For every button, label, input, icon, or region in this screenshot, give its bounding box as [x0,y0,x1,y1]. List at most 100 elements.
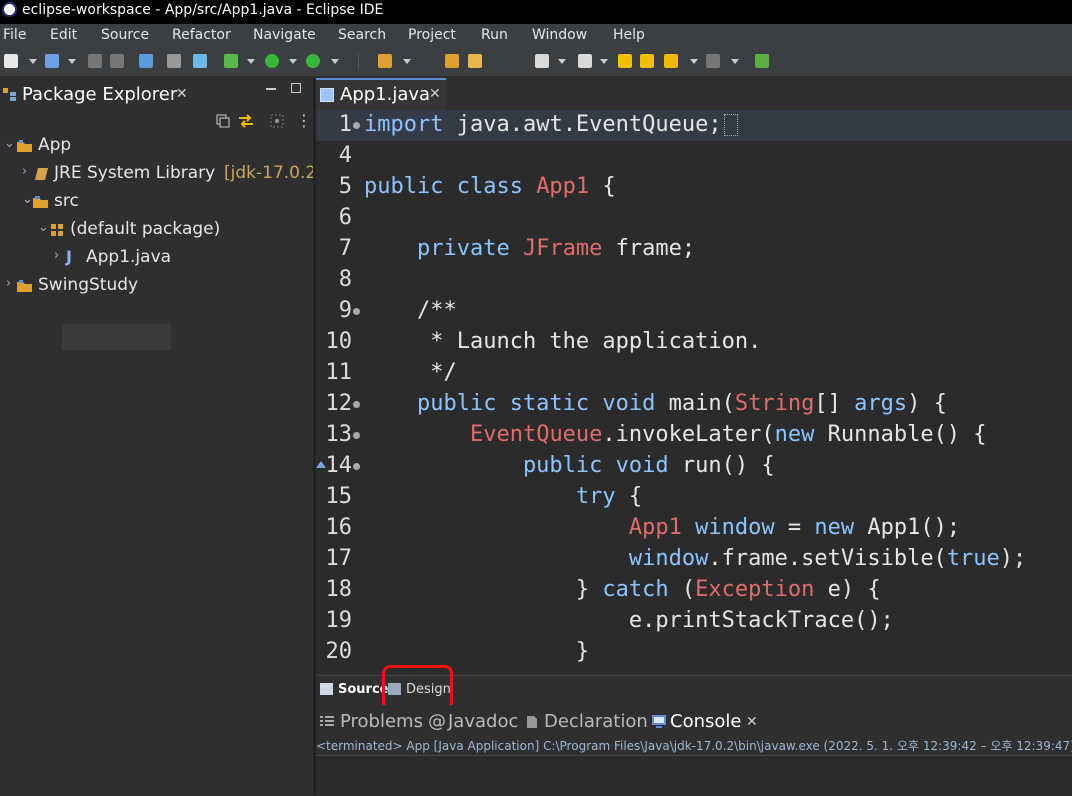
code-line[interactable]: 1 import java.awt.EventQueue; [316,110,1072,141]
fold-icon[interactable] [353,401,360,408]
code-line[interactable]: 12 public static void main(String[] args… [316,389,1072,420]
back-dropdown-icon[interactable] [690,59,698,64]
code-line[interactable]: 7 private JFrame frame; [316,234,1072,265]
code-line[interactable]: 15 try { [316,482,1072,513]
tab-package-explorer[interactable]: Package Explorer ✕ [0,78,195,112]
collapse-arrow-icon[interactable]: › [22,164,27,179]
code-line[interactable]: 20 } [316,637,1072,668]
code-line[interactable]: 19 e.printStackTrace(); [316,606,1072,637]
menu-source[interactable]: Source [101,27,149,43]
collapsed-imports-icon[interactable] [723,114,738,136]
fold-icon[interactable] [353,122,360,129]
annotation-icon[interactable] [578,54,592,68]
menu-help[interactable]: Help [613,27,645,43]
code-token: .invokeLater( [602,422,775,447]
menu-window[interactable]: Window [532,27,587,43]
menu-search[interactable]: Search [338,27,386,43]
save-all-icon[interactable] [110,54,124,68]
new-package-dropdown-icon[interactable] [403,59,411,64]
tree-item-default-package[interactable]: ⌄ (default package) [0,218,313,244]
close-icon[interactable]: ✕ [429,86,441,102]
code-line[interactable]: 14 public void run() { [316,451,1072,482]
run-icon[interactable] [265,54,279,68]
open-type-icon[interactable] [445,54,459,68]
focus-icon[interactable] [270,114,284,128]
open-task-icon[interactable] [468,54,482,68]
coverage-icon[interactable] [306,54,320,68]
tree-item-app[interactable]: ⌄ App [0,134,313,160]
project-folder-icon [17,140,32,152]
external-tools-icon[interactable] [193,54,207,68]
code-line[interactable]: 9 /** [316,296,1072,327]
code-line[interactable]: 4 [316,141,1072,172]
code-line[interactable]: 13 EventQueue.invokeLater(new Runnable()… [316,420,1072,451]
fold-icon[interactable] [353,463,360,470]
code-line[interactable]: 16 App1 window = new App1(); [316,513,1072,544]
problems-icon [320,716,334,726]
new-class-icon[interactable] [45,54,59,68]
forward-icon[interactable] [706,54,720,68]
forward-dropdown-icon[interactable] [731,59,739,64]
selected-row-highlight [62,324,171,350]
new-class-dropdown-icon[interactable] [68,59,76,64]
debug-icon[interactable] [224,54,238,68]
new-package-icon[interactable] [378,54,392,68]
code-line[interactable]: 10 * Launch the application. [316,327,1072,358]
new-dropdown-icon[interactable] [29,59,37,64]
menu-file[interactable]: File [3,27,26,43]
back-icon[interactable] [664,54,678,68]
tab-problems[interactable]: Problems [340,711,423,732]
tree-item-src[interactable]: ⌄ src [0,190,313,216]
collapse-arrow-icon[interactable]: › [54,248,59,263]
minimize-icon[interactable] [266,88,276,90]
code-line[interactable]: 11 */ [316,358,1072,389]
tree-item-swingstudy[interactable]: › SwingStudy [0,274,313,300]
collapse-arrow-icon[interactable]: › [6,276,11,291]
search-icon[interactable] [535,54,549,68]
menu-refactor[interactable]: Refactor [172,27,231,43]
search-dropdown-icon[interactable] [558,59,566,64]
terminal-icon[interactable] [139,54,153,68]
code-line[interactable]: 18 } catch (Exception e) { [316,575,1072,606]
code-line[interactable]: 5 public class App1 { [316,172,1072,203]
line-number: 20 [325,639,353,664]
console-output[interactable] [316,755,1072,796]
close-icon[interactable]: ✕ [176,86,188,102]
tree-item-jre-library[interactable]: › JRE System Library [jdk-17.0.2 [0,162,313,188]
coverage-dropdown-icon[interactable] [331,59,339,64]
maximize-icon[interactable] [291,83,301,93]
tab-source[interactable]: Source [338,682,388,697]
run-dropdown-icon[interactable] [289,59,297,64]
annotation-dropdown-icon[interactable] [600,59,608,64]
prev-annotation-icon[interactable] [618,54,632,68]
tree-item-app1-java[interactable]: › J App1.java [0,246,313,272]
tab-declaration[interactable]: Declaration [544,711,648,732]
tab-console[interactable]: Console [670,711,741,732]
debug-dropdown-icon[interactable] [247,59,255,64]
close-icon[interactable]: ✕ [746,714,758,730]
menu-project[interactable]: Project [408,27,456,43]
menu-edit[interactable]: Edit [50,27,77,43]
collapse-all-icon[interactable] [216,114,230,128]
perspective-icon[interactable] [755,54,769,68]
expand-arrow-icon[interactable]: ⌄ [4,136,15,151]
code-editor[interactable]: 1 import java.awt.EventQueue; 4 5 public… [316,110,1072,673]
next-annotation-icon[interactable] [640,54,654,68]
save-icon[interactable] [88,54,102,68]
skip-breakpoints-icon[interactable] [167,54,181,68]
fold-icon[interactable] [353,432,360,439]
code-token: catch [602,577,669,602]
expand-arrow-icon[interactable]: ⌄ [38,220,49,235]
fold-icon[interactable] [353,308,360,315]
code-line[interactable]: 17 window.frame.setVisible(true); [316,544,1072,575]
new-icon[interactable] [4,54,18,68]
tab-javadoc[interactable]: Javadoc [448,711,518,732]
view-menu-icon[interactable]: ⋮ [296,111,312,130]
tab-app1-java[interactable]: App1.java ✕ [316,78,446,110]
code-line[interactable]: 6 [316,203,1072,234]
code-line[interactable]: 8 [316,265,1072,296]
menu-run[interactable]: Run [481,27,508,43]
link-with-editor-icon[interactable] [238,114,254,128]
menu-navigate[interactable]: Navigate [253,27,316,43]
expand-arrow-icon[interactable]: ⌄ [22,192,33,207]
